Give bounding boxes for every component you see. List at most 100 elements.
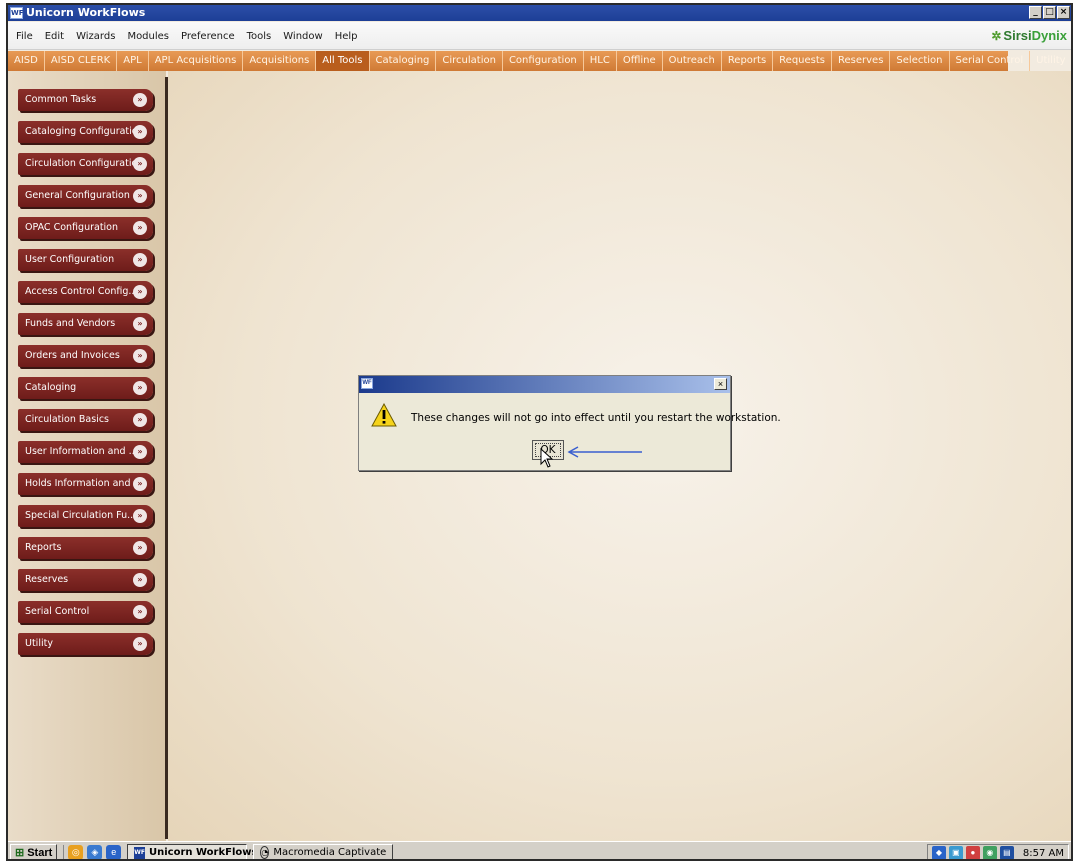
system-tray: ◆ ▣ ● ◉ ▤ 8:57 AM [926,844,1069,859]
tray-network-icon[interactable]: ◆ [931,846,946,859]
sidebar-item-user-information[interactable]: User Information and ...» [18,441,153,463]
desktop-icon[interactable]: ◈ [87,845,103,859]
menu-bar: File Edit Wizards Modules Preference Too… [8,22,1071,50]
sidebar-item-serial-control[interactable]: Serial Control » [18,601,153,623]
minimize-button[interactable]: _ [1029,6,1042,19]
chevron-down-icon: » [133,413,147,427]
sidebar-item-funds-and-vendors[interactable]: Funds and Vendors » [18,313,153,335]
task-unicorn-workflows[interactable]: WF Unicorn WorkFlows [127,843,257,859]
tab-circulation[interactable]: Circulation [436,51,503,71]
dialog-title-bar[interactable]: WF × [359,376,730,393]
tab-selection[interactable]: Selection [890,51,950,71]
title-bar[interactable]: WF Unicorn WorkFlows _ □ × [8,5,1071,21]
tab-serial-control[interactable]: Serial Control [950,51,1031,71]
sidebar-item-label: Reserves [25,574,69,585]
sidebar-item-label: Special Circulation Fu... [25,510,137,521]
chevron-down-icon: » [133,349,147,363]
sidebar-item-cataloging[interactable]: Cataloging » [18,377,153,399]
start-button[interactable]: ⊞ Start [10,843,58,859]
logo-text-sirsi: Sirsi [1003,28,1032,43]
window-title: Unicorn WorkFlows [26,6,146,19]
sidebar-item-label: Reports [25,542,62,553]
tab-requests[interactable]: Requests [773,51,833,71]
tab-reserves[interactable]: Reserves [832,51,891,71]
sidebar-item-cataloging-configuration[interactable]: Cataloging Configuration» [18,121,153,143]
tray-display-icon[interactable]: ▤ [999,846,1014,859]
tray-monitor-icon[interactable]: ▣ [948,846,963,859]
sidebar-item-orders-and-invoices[interactable]: Orders and Invoices » [18,345,153,367]
menu-tools[interactable]: Tools [241,31,278,42]
dialog-app-icon: WF [361,378,373,389]
tab-aisd[interactable]: AISD [8,51,45,71]
sidebar-item-label: Serial Control [25,606,90,617]
logo-text-dynix: Dynix [1031,28,1067,43]
chevron-down-icon: » [133,253,147,267]
chevron-down-icon: » [133,637,147,651]
sidebar-item-holds-information[interactable]: Holds Information and ...» [18,473,153,495]
workflows-app-icon: WF [134,846,145,859]
browser-icon[interactable]: e [106,845,122,859]
sidebar-item-access-control-config[interactable]: Access Control Config...» [18,281,153,303]
sidebar-item-label: OPAC Configuration [25,222,119,233]
sidebar-item-label: Utility [25,638,53,649]
tab-offline[interactable]: Offline [617,51,663,71]
chevron-down-icon: » [133,157,147,171]
toolbar-tabs: AISD AISD CLERK APL APL Acquisitions Acq… [8,51,1066,71]
maximize-button[interactable]: □ [1043,6,1056,19]
annotation-arrow-icon [567,446,642,458]
clock[interactable]: 8:57 AM [1023,848,1064,859]
sidebar-item-label: Access Control Config... [25,286,138,297]
tab-configuration[interactable]: Configuration [503,51,584,71]
quick-launch: ◎ ◈ e [63,845,122,859]
menu-wizards[interactable]: Wizards [70,31,121,42]
menu-help[interactable]: Help [329,31,364,42]
application-window: WF Unicorn WorkFlows _ □ × File Edit Wiz… [6,3,1073,861]
menu-modules[interactable]: Modules [121,31,175,42]
sidebar-item-opac-configuration[interactable]: OPAC Configuration » [18,217,153,239]
sidebar-item-label: Cataloging Configuration [25,126,144,137]
dialog-message: These changes will not go into effect un… [411,412,781,424]
tab-reports[interactable]: Reports [722,51,774,71]
sidebar-item-utility[interactable]: Utility » [18,633,153,655]
menu-edit[interactable]: Edit [39,31,70,42]
tab-utility[interactable]: Utility [1030,51,1071,71]
tab-acquisitions[interactable]: Acquisitions [243,51,317,71]
tab-hlc[interactable]: HLC [584,51,617,71]
outlook-icon[interactable]: ◎ [68,845,84,859]
tray-security-icon[interactable]: ● [965,846,980,859]
sidebar-item-reports[interactable]: Reports » [18,537,153,559]
menu-file[interactable]: File [10,31,39,42]
dialog-close-button[interactable]: × [714,378,727,390]
tray-sync-icon[interactable]: ◉ [982,846,997,859]
chevron-down-icon: » [133,285,147,299]
sidebar-item-label: Common Tasks [25,94,97,105]
menu-preference[interactable]: Preference [175,31,241,42]
tab-aisd-clerk[interactable]: AISD CLERK [45,51,118,71]
mouse-pointer-icon [540,448,554,468]
sirsidynix-logo: ✲ SirsiDynix [991,28,1067,43]
sidebar-item-circulation-basics[interactable]: Circulation Basics » [18,409,153,431]
sidebar-item-label: Holds Information and ... [25,478,143,489]
sidebar-item-general-configuration[interactable]: General Configuration» [18,185,153,207]
chevron-down-icon: » [133,189,147,203]
sidebar-item-circulation-configuration[interactable]: Circulation Configuration» [18,153,153,175]
tab-outreach[interactable]: Outreach [663,51,722,71]
chevron-down-icon: » [133,317,147,331]
tab-apl-acquisitions[interactable]: APL Acquisitions [149,51,244,71]
sidebar-item-label: User Configuration [25,254,115,265]
chevron-down-icon: » [133,509,147,523]
sidebar-item-reserves[interactable]: Reserves » [18,569,153,591]
task-macromedia-captivate[interactable]: ◔ Macromedia Captivate [253,843,394,859]
sidebar-item-label: General Configuration [25,190,130,201]
tab-cataloging[interactable]: Cataloging [370,51,437,71]
tab-apl[interactable]: APL [117,51,149,71]
sidebar-item-special-circulation[interactable]: Special Circulation Fu...» [18,505,153,527]
menu-window[interactable]: Window [277,31,328,42]
chevron-down-icon: » [133,93,147,107]
warning-icon [371,403,397,427]
sidebar-item-user-configuration[interactable]: User Configuration » [18,249,153,271]
close-button[interactable]: × [1057,6,1070,19]
task-label: Macromedia Captivate [273,847,387,858]
sidebar-item-common-tasks[interactable]: Common Tasks » [18,89,153,111]
tab-all-tools[interactable]: All Tools [316,51,370,71]
